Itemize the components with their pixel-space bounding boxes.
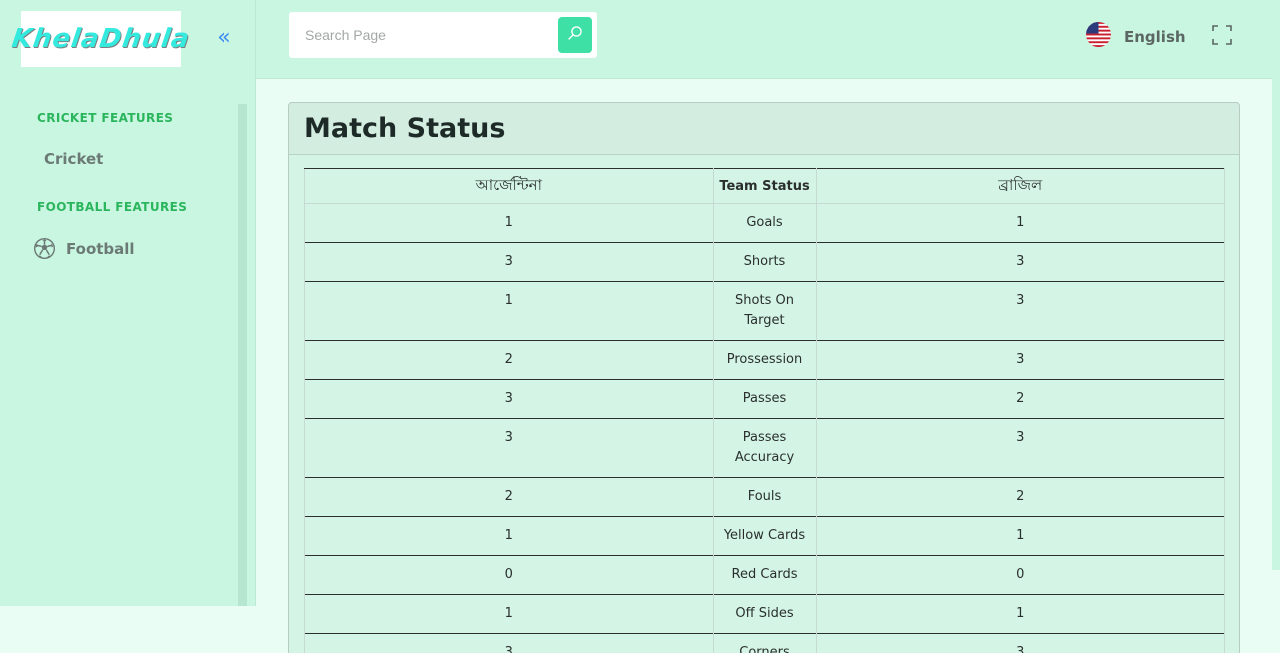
left-value: 1 <box>304 203 714 243</box>
right-value: 2 <box>815 379 1225 419</box>
language-selector[interactable]: English <box>1085 21 1186 52</box>
fullscreen-icon[interactable] <box>1212 25 1232 45</box>
right-value: 1 <box>815 203 1225 243</box>
sidebar-scrollbar[interactable] <box>238 104 247 606</box>
sidebar-item-label: Football <box>66 239 135 258</box>
logo-text: KhelaDhula <box>9 24 193 54</box>
page-title: Match Status <box>304 113 506 144</box>
stat-label: Fouls <box>712 477 817 517</box>
column-header-team-right: ব্রাজিল <box>815 168 1225 204</box>
match-status-card: Match Status আর্জেন্টিনা Team Status ব্র… <box>288 102 1240 653</box>
logo[interactable]: KhelaDhula <box>10 11 192 67</box>
table-row: 3 Corners 3 <box>304 633 1225 653</box>
table-row: 3 Passes Accuracy 3 <box>304 418 1225 478</box>
left-value: 2 <box>304 477 714 517</box>
sidebar-item-cricket[interactable]: Cricket <box>44 150 103 168</box>
section-title-football: FOOTBALL FEATURES <box>37 200 188 214</box>
left-value: 3 <box>304 418 714 478</box>
table-row: 1 Goals 1 <box>304 203 1225 243</box>
football-icon <box>33 237 56 260</box>
right-value: 1 <box>815 594 1225 634</box>
column-header-team-left: আর্জেন্টিনা <box>304 168 714 204</box>
stat-label: Shots On Target <box>712 281 817 341</box>
right-value: 1 <box>815 516 1225 556</box>
right-value: 3 <box>815 633 1225 653</box>
us-flag-icon <box>1085 21 1112 52</box>
table-row: 1 Off Sides 1 <box>304 594 1225 634</box>
page-scrollbar[interactable] <box>1272 0 1280 570</box>
sidebar-item-label: Cricket <box>44 150 104 168</box>
search-input[interactable] <box>295 18 553 52</box>
search-button[interactable] <box>558 17 592 53</box>
table-row: 3 Shorts 3 <box>304 242 1225 282</box>
stat-label: Red Cards <box>712 555 817 595</box>
right-value: 2 <box>815 477 1225 517</box>
left-value: 1 <box>304 281 714 341</box>
language-label: English <box>1124 27 1186 46</box>
left-value: 1 <box>304 594 714 634</box>
search-box <box>289 12 597 58</box>
table-row: 2 Prossession 3 <box>304 340 1225 380</box>
right-value: 3 <box>815 418 1225 478</box>
sidebar: KhelaDhula « CRICKET FEATURES Cricket FO… <box>0 0 256 606</box>
left-value: 3 <box>304 379 714 419</box>
table-row: 0 Red Cards 0 <box>304 555 1225 595</box>
stat-label: Passes Accuracy <box>712 418 817 478</box>
table-row: 2 Fouls 2 <box>304 477 1225 517</box>
table-row: 1 Shots On Target 3 <box>304 281 1225 341</box>
right-value: 3 <box>815 340 1225 380</box>
section-title-cricket: CRICKET FEATURES <box>37 111 174 125</box>
column-header-team-status: Team Status <box>712 168 817 204</box>
table-row: 1 Yellow Cards 1 <box>304 516 1225 556</box>
top-header: English <box>256 0 1272 79</box>
right-value: 3 <box>815 242 1225 282</box>
search-icon <box>567 25 583 45</box>
stat-label: Off Sides <box>712 594 817 634</box>
left-value: 1 <box>304 516 714 556</box>
stat-label: Corners <box>712 633 817 653</box>
stat-label: Prossession <box>712 340 817 380</box>
stat-label: Goals <box>712 203 817 243</box>
stat-label: Yellow Cards <box>712 516 817 556</box>
collapse-sidebar-icon[interactable]: « <box>214 27 234 49</box>
sidebar-item-football[interactable]: Football <box>33 237 135 260</box>
stat-label: Shorts <box>712 242 817 282</box>
left-value: 3 <box>304 242 714 282</box>
left-value: 3 <box>304 633 714 653</box>
stat-label: Passes <box>712 379 817 419</box>
left-value: 0 <box>304 555 714 595</box>
left-value: 2 <box>304 340 714 380</box>
right-value: 3 <box>815 281 1225 341</box>
table-row: 3 Passes 2 <box>304 379 1225 419</box>
right-value: 0 <box>815 555 1225 595</box>
match-status-table: আর্জেন্টিনা Team Status ব্রাজিল 1 Goals … <box>304 168 1225 653</box>
card-header: Match Status <box>289 103 1239 155</box>
